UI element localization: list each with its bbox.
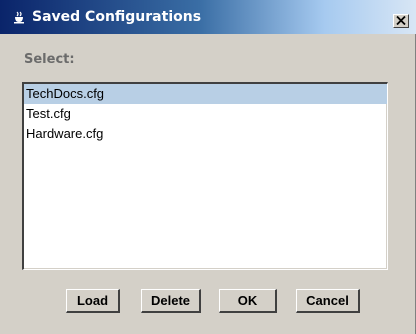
list-item-techdocs[interactable]: TechDocs.cfg [24, 84, 387, 104]
dialog-title: Saved Configurations [32, 9, 202, 25]
configuration-list[interactable]: TechDocs.cfg Test.cfg Hardware.cfg [22, 82, 388, 270]
title-bar[interactable]: Saved Configurations [0, 0, 416, 34]
close-button[interactable] [393, 14, 409, 28]
delete-button[interactable]: Delete [141, 289, 201, 313]
list-item-hardware[interactable]: Hardware.cfg [24, 124, 387, 144]
saved-configurations-dialog: Saved Configurations Select: TechDocs.cf… [0, 0, 416, 334]
java-cup-icon [12, 10, 26, 24]
close-icon [396, 12, 406, 30]
load-button[interactable]: Load [66, 289, 120, 313]
ok-button[interactable]: OK [219, 289, 277, 313]
cancel-button[interactable]: Cancel [296, 289, 360, 313]
list-item-test[interactable]: Test.cfg [24, 104, 387, 124]
select-label: Select: [24, 52, 75, 67]
